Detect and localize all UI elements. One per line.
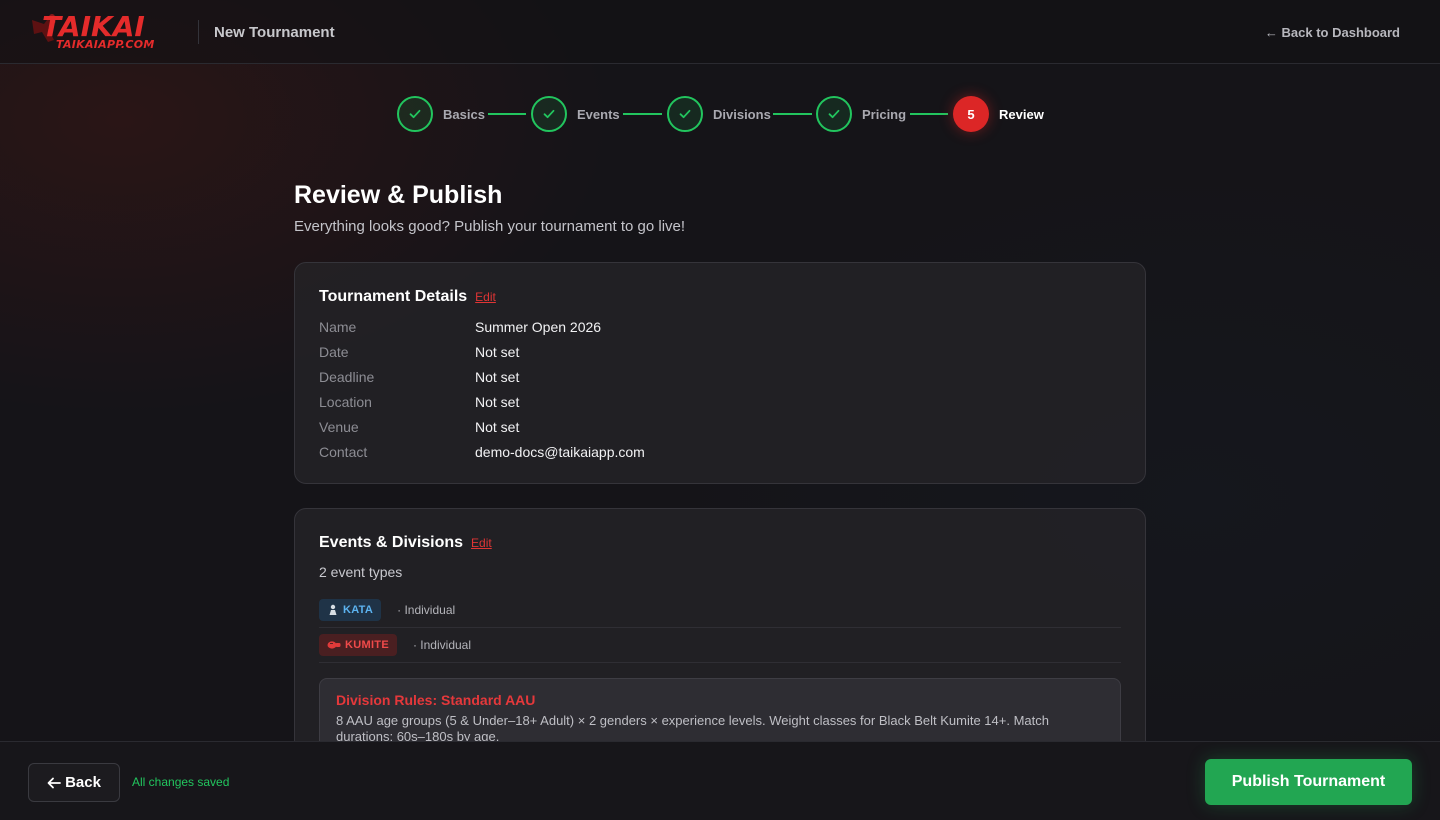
progress-stepper: Basics Events Divisions Pricing 5 Review — [0, 96, 1440, 132]
back-button-label: Back — [65, 774, 101, 791]
arrow-left-icon — [47, 777, 61, 788]
publish-tournament-button[interactable]: Publish Tournament — [1205, 759, 1412, 805]
step-connector — [773, 113, 812, 115]
kumite-glove-icon — [327, 641, 341, 649]
detail-row-deadline: Deadline Not set — [319, 369, 519, 385]
step-complete-check-icon — [816, 96, 852, 132]
detail-value: Not set — [475, 419, 520, 435]
taikai-logo[interactable]: TAIKAI TAIKAIAPP.COM — [28, 10, 184, 51]
event-row-kumite: KUMITE · Individual — [319, 628, 1121, 663]
event-name: KUMITE — [345, 639, 389, 651]
save-status: All changes saved — [132, 775, 230, 789]
detail-row-venue: Venue Not set — [319, 419, 519, 435]
division-rules-title: Division Rules: Standard AAU — [336, 692, 536, 708]
header-divider — [198, 20, 199, 44]
footer-bar: Back All changes saved Publish Tournamen… — [0, 741, 1440, 820]
detail-row-name: Name Summer Open 2026 — [319, 319, 601, 335]
detail-value: Not set — [475, 369, 520, 385]
back-button[interactable]: Back — [28, 763, 120, 802]
page-subtitle: Everything looks good? Publish your tour… — [294, 218, 686, 235]
page-title: Review & Publish — [294, 181, 503, 209]
event-meta: · Individual — [412, 638, 471, 652]
card-title: Events & Divisions — [319, 534, 464, 551]
step-connector — [623, 113, 662, 115]
kata-figure-icon — [329, 604, 337, 615]
detail-value: Not set — [475, 344, 520, 360]
step-pricing[interactable]: Pricing — [816, 96, 906, 132]
detail-label: Venue — [319, 419, 359, 435]
detail-label: Date — [319, 344, 349, 360]
detail-value: Not set — [475, 394, 520, 410]
detail-label: Deadline — [319, 369, 375, 385]
step-label: Divisions — [713, 106, 771, 122]
top-bar: TAIKAI TAIKAIAPP.COM New Tournament ← Ba… — [0, 0, 1440, 64]
detail-label: Name — [319, 319, 357, 335]
step-label: Pricing — [862, 106, 907, 122]
detail-row-location: Location Not set — [319, 394, 519, 410]
card-header: Tournament Details Edit — [319, 288, 496, 306]
detail-row-date: Date Not set — [319, 344, 519, 360]
step-label: Review — [999, 106, 1044, 122]
edit-events-link[interactable]: Edit — [471, 536, 492, 550]
step-divisions[interactable]: Divisions — [667, 96, 771, 132]
step-basics[interactable]: Basics — [397, 96, 485, 132]
card-header: Events & Divisions Edit — [319, 534, 492, 552]
logo-domain: TAIKAIAPP.COM — [56, 38, 155, 51]
edit-details-link[interactable]: Edit — [475, 290, 496, 304]
step-complete-check-icon — [531, 96, 567, 132]
step-complete-check-icon — [397, 96, 433, 132]
event-name: KATA — [343, 604, 374, 616]
step-events[interactable]: Events — [531, 96, 620, 132]
step-complete-check-icon — [667, 96, 703, 132]
detail-value: Summer Open 2026 — [475, 319, 602, 335]
event-badge-kumite: KUMITE — [319, 634, 397, 656]
back-to-dashboard-link[interactable]: ← Back to Dashboard — [1265, 25, 1400, 40]
event-badge-kata: KATA — [319, 599, 382, 621]
event-row-kata: KATA · Individual — [319, 593, 1121, 628]
step-label: Basics — [443, 106, 485, 122]
event-count: 2 event types — [319, 564, 403, 580]
card-title: Tournament Details — [319, 288, 468, 305]
event-meta: · Individual — [397, 603, 456, 617]
step-review[interactable]: 5 Review — [953, 96, 1044, 132]
step-connector — [910, 113, 948, 115]
step-number-badge: 5 — [953, 96, 989, 132]
tournament-details-card: Tournament Details Edit Name Summer Open… — [294, 262, 1146, 484]
back-to-dashboard-label: ← Back to Dashboard — [1264, 25, 1400, 40]
page-heading: New Tournament — [214, 24, 335, 41]
detail-label: Contact — [319, 444, 368, 460]
step-connector — [488, 113, 526, 115]
step-label: Events — [577, 106, 620, 122]
detail-label: Location — [319, 394, 372, 410]
detail-row-contact: Contact demo-docs@taikaiapp.com — [319, 444, 645, 460]
detail-value: demo-docs@taikaiapp.com — [475, 444, 645, 460]
